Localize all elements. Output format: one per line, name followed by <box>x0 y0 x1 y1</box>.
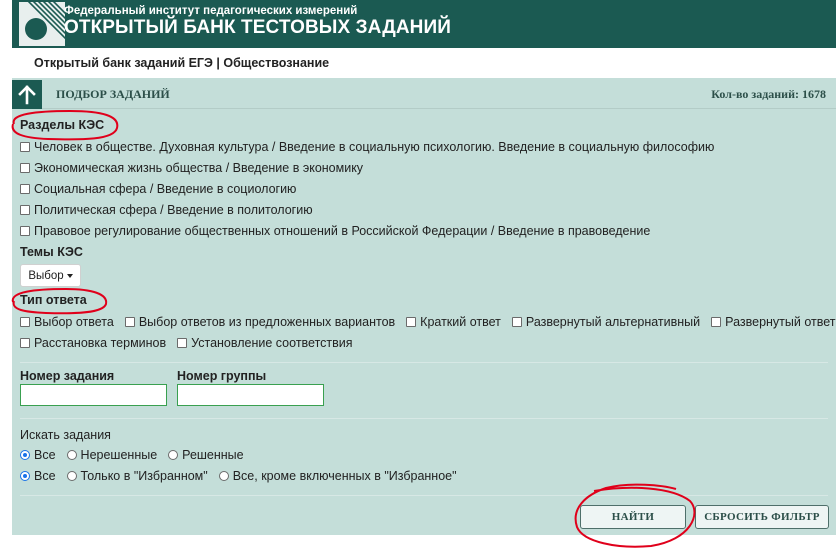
site-header: Федеральный институт педагогических изме… <box>12 0 836 48</box>
checkbox[interactable] <box>20 142 30 152</box>
kes-section-option[interactable]: Человек в обществе. Духовная культура / … <box>20 140 714 154</box>
status-option[interactable]: Все <box>34 448 56 462</box>
answer-type-label: Тип ответа <box>20 293 87 307</box>
kes-section-option[interactable]: Правовое регулирование общественных отно… <box>20 224 650 238</box>
group-number-input[interactable] <box>177 384 324 406</box>
favorites-option[interactable]: Все, кроме включенных в "Избранное" <box>233 469 457 483</box>
fipi-logo[interactable] <box>19 2 65 46</box>
collapse-button[interactable] <box>12 80 42 109</box>
find-button[interactable]: НАЙТИ <box>580 505 686 529</box>
favorites-radio-row: Все Только в "Избранном" Все, кроме вклю… <box>20 469 457 483</box>
answer-type-option[interactable]: Выбор ответа <box>34 315 114 329</box>
radio-button[interactable] <box>20 450 30 460</box>
favorites-option[interactable]: Все <box>34 469 56 483</box>
site-title[interactable]: ОТКРЫТЫЙ БАНК ТЕСТОВЫХ ЗАДАНИЙ <box>64 17 451 39</box>
divider <box>20 418 828 419</box>
kes-sections-label: Разделы КЭС <box>20 118 105 132</box>
search-label: Искать задания <box>20 428 111 442</box>
kes-section-option[interactable]: Социальная сфера / Введение в социологию <box>20 182 296 196</box>
checkbox[interactable] <box>406 317 417 327</box>
kes-section-option[interactable]: Политическая сфера / Введение в политоло… <box>20 203 313 217</box>
checkbox[interactable] <box>20 184 30 194</box>
answer-type-option[interactable]: Краткий ответ <box>420 315 501 329</box>
answer-type-row: Расстановка терминов Установление соотве… <box>20 336 353 350</box>
radio-button[interactable] <box>168 450 179 460</box>
radio-button[interactable] <box>66 450 77 460</box>
checkbox[interactable] <box>177 338 188 348</box>
breadcrumb: Открытый банк заданий ЕГЭ | Обществознан… <box>34 56 330 70</box>
kes-section-label: Экономическая жизнь общества / Введение … <box>34 161 364 175</box>
radio-button[interactable] <box>20 471 30 481</box>
task-count: Кол-во заданий: 1678 <box>711 87 826 101</box>
answer-type-option[interactable]: Развернутый ответ <box>725 315 835 329</box>
org-name: Федеральный институт педагогических изме… <box>64 5 358 17</box>
answer-type-option[interactable]: Развернутый альтернативный <box>526 315 700 329</box>
checkbox[interactable] <box>711 317 722 327</box>
status-radio-row: Все Нерешенные Решенные <box>20 448 244 462</box>
checkbox[interactable] <box>20 205 30 215</box>
caret-down-icon <box>66 273 73 278</box>
panel-header: ПОДБОР ЗАДАНИЙ Кол-во заданий: 1678 <box>12 78 836 109</box>
status-option[interactable]: Решенные <box>182 448 243 462</box>
themes-dropdown-label: Выбор <box>28 269 64 282</box>
reset-filter-button[interactable]: СБРОСИТЬ ФИЛЬТР <box>695 505 829 529</box>
radio-button[interactable] <box>66 471 77 481</box>
answer-type-option[interactable]: Установление соответствия <box>191 336 352 350</box>
checkbox[interactable] <box>511 317 522 327</box>
kes-section-label: Правовое регулирование общественных отно… <box>34 224 651 238</box>
favorites-option[interactable]: Только в "Избранном" <box>81 469 208 483</box>
kes-section-label: Социальная сфера / Введение в социологию <box>34 182 297 196</box>
kes-section-option[interactable]: Экономическая жизнь общества / Введение … <box>20 161 363 175</box>
themes-dropdown[interactable]: Выбор <box>20 264 81 287</box>
answer-type-option[interactable]: Расстановка терминов <box>34 336 166 350</box>
logo-icon <box>19 2 65 46</box>
answer-type-option[interactable]: Выбор ответов из предложенных вариантов <box>139 315 395 329</box>
checkbox[interactable] <box>20 338 30 348</box>
checkbox[interactable] <box>20 226 30 236</box>
task-number-label: Номер задания <box>20 369 115 383</box>
filter-panel: ПОДБОР ЗАДАНИЙ Кол-во заданий: 1678 Разд… <box>12 78 836 535</box>
panel-title: ПОДБОР ЗАДАНИЙ <box>56 87 170 101</box>
kes-section-label: Человек в обществе. Духовная культура / … <box>34 140 715 154</box>
divider <box>20 495 828 496</box>
kes-section-label: Политическая сфера / Введение в политоло… <box>34 203 313 217</box>
divider <box>20 362 828 363</box>
kes-themes-label: Темы КЭС <box>20 245 83 259</box>
answer-type-row: Выбор ответа Выбор ответов из предложенн… <box>20 315 836 329</box>
task-number-input[interactable] <box>20 384 167 406</box>
radio-button[interactable] <box>218 471 229 481</box>
checkbox[interactable] <box>20 163 30 173</box>
checkbox[interactable] <box>124 317 135 327</box>
group-number-label: Номер группы <box>177 369 267 383</box>
checkbox[interactable] <box>20 317 30 327</box>
status-option[interactable]: Нерешенные <box>81 448 158 462</box>
arrow-up-icon <box>18 84 36 104</box>
